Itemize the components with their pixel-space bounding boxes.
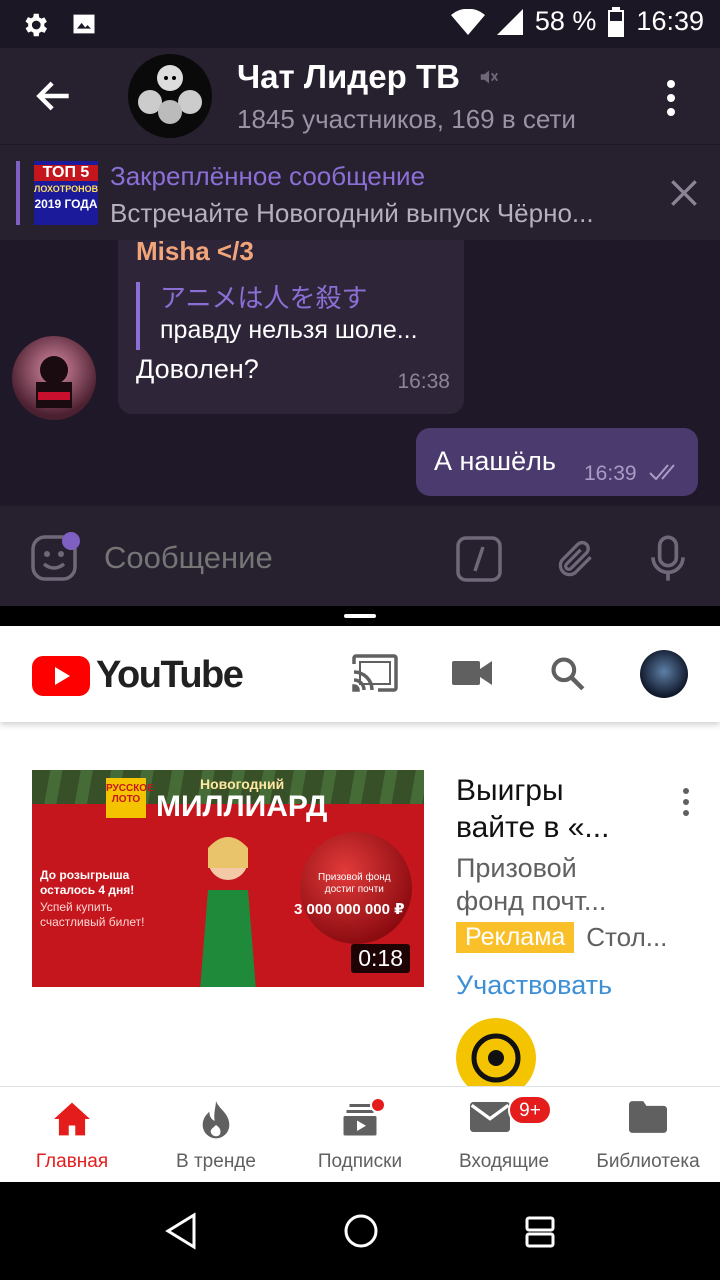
message-text: А нашёль <box>434 446 556 476</box>
pinned-text: Встречайте Новогодний выпуск Чёрно... <box>110 198 594 228</box>
mail-icon <box>469 1102 510 1132</box>
video-description: Призовой фонд почт... <box>456 853 607 916</box>
nav-inbox[interactable]: 9+ Входящие <box>432 1087 576 1182</box>
chat-header: Чат Лидер ТВ 1845 участников, 169 в сети <box>0 48 720 144</box>
inbox-count-badge: 9+ <box>508 1095 552 1125</box>
home-icon <box>54 1102 90 1136</box>
microphone-icon[interactable] <box>648 534 688 584</box>
nav-label: В тренде <box>176 1151 256 1172</box>
folder-icon <box>629 1101 667 1133</box>
battery-icon <box>608 6 625 37</box>
cta-link[interactable]: Участвовать <box>456 970 612 1001</box>
nav-label: Входящие <box>458 1151 550 1172</box>
outgoing-message[interactable]: А нашёль 16:39 <box>416 428 698 496</box>
status-bar: 58 % 16:39 <box>0 0 720 48</box>
thumbnail-headline: МИЛЛИАРД <box>156 790 328 823</box>
bottom-navigation: Главная В тренде Подписки 9+ Входящие Би… <box>0 1086 720 1182</box>
nav-label: Библиотека <box>596 1151 700 1172</box>
pinned-message[interactable]: ТОП 5 ЛОХОТРОНОВ 2019 ГОДА Закреплённое … <box>0 144 720 240</box>
youtube-logo[interactable]: YouTube <box>32 654 244 697</box>
recents-icon[interactable] <box>524 1212 556 1250</box>
nav-label: Главная <box>35 1151 109 1172</box>
back-icon[interactable] <box>164 1212 198 1250</box>
read-checkmarks-icon <box>649 464 675 481</box>
system-navigation-bar <box>0 1182 720 1280</box>
message-time: 16:38 <box>397 370 450 393</box>
ad-badge: Реклама <box>456 922 575 953</box>
video-title[interactable]: Выигры вайте в «... <box>456 772 666 846</box>
message-time: 16:39 <box>584 462 637 485</box>
signal-icon <box>496 8 523 35</box>
thumb-line-1: ТОП 5 <box>34 165 98 181</box>
message-composer <box>0 506 720 606</box>
youtube-wordmark: YouTube <box>96 654 244 696</box>
group-avatar[interactable] <box>128 54 212 138</box>
thumbnail-fund-text: Призовой фонд достиг почти <box>318 872 391 895</box>
ad-source: Стол... <box>586 922 668 952</box>
thumb-line-3: 2019 ГОДА <box>34 197 98 211</box>
incoming-message[interactable]: Misha </3 アニメは人を殺す правду нельзя шоле...… <box>118 240 464 414</box>
attach-icon[interactable] <box>554 536 598 582</box>
more-vert-icon[interactable] <box>656 76 686 120</box>
video-camera-icon[interactable] <box>452 658 492 688</box>
sender-avatar[interactable] <box>12 336 96 420</box>
cast-icon[interactable] <box>352 654 398 692</box>
youtube-app: YouTube РУССКОЕ ЛОТО Новогодний МИЛЛИАРД… <box>0 626 720 1182</box>
pinned-thumbnail: ТОП 5 ЛОХОТРОНОВ 2019 ГОДА <box>34 161 98 225</box>
youtube-play-logo-icon <box>32 655 90 696</box>
group-avatar-faces <box>138 65 202 124</box>
nav-label: Подписки <box>317 1151 403 1172</box>
thumbnail-person <box>200 837 256 987</box>
video-duration: 0:18 <box>351 944 410 973</box>
thumbnail-text-2: Успей купить счастливый билет! <box>40 900 145 929</box>
reply-quote-author[interactable]: アニメは人を殺す <box>160 278 367 315</box>
thumbnail-amount: 3 000 000 000 ₽ <box>294 901 405 918</box>
brand-logo: РУССКОЕ ЛОТО <box>106 778 154 818</box>
chat-subtitle: 1845 участников, 169 в сети <box>237 104 576 134</box>
nav-library[interactable]: Библиотека <box>576 1087 720 1182</box>
message-text: Доволен? <box>136 354 259 384</box>
chat-title[interactable]: Чат Лидер ТВ <box>237 58 460 96</box>
sticker-notification-dot <box>62 532 80 550</box>
battery-percent: 58 % <box>534 6 597 36</box>
close-icon[interactable] <box>664 173 704 213</box>
sender-avatar-art <box>36 356 72 408</box>
pinned-bar <box>16 161 20 225</box>
reply-quote-text[interactable]: правду нельзя шоле... <box>160 316 450 345</box>
bot-command-icon[interactable] <box>456 536 502 582</box>
clock: 16:39 <box>636 6 704 36</box>
message-sender[interactable]: Misha </3 <box>136 240 254 267</box>
video-thumbnail[interactable]: РУССКОЕ ЛОТО Новогодний МИЛЛИАРД До розы… <box>32 770 424 987</box>
message-input[interactable] <box>104 540 424 576</box>
nav-home[interactable]: Главная <box>0 1087 144 1182</box>
chat-messages[interactable]: Misha </3 アニメは人を殺す правду нельзя шоле...… <box>0 240 720 506</box>
divider-handle[interactable] <box>344 614 376 618</box>
reply-quote-bar <box>136 282 140 350</box>
image-icon <box>73 14 95 34</box>
split-screen-divider[interactable] <box>0 606 720 626</box>
account-avatar[interactable] <box>640 650 688 698</box>
nav-trending[interactable]: В тренде <box>144 1087 288 1182</box>
muted-icon <box>480 70 498 84</box>
back-arrow-icon[interactable] <box>32 74 76 118</box>
flame-icon <box>202 1101 230 1139</box>
home-circle-icon[interactable] <box>342 1212 380 1250</box>
wifi-icon <box>450 8 485 35</box>
ad-row: Реклама Стол... <box>456 922 688 953</box>
more-vert-icon[interactable] <box>676 786 696 818</box>
thumbnail-text-1: До розыгрыша осталось 4 дня! <box>40 868 135 897</box>
search-icon[interactable] <box>548 654 586 692</box>
notification-dot <box>370 1097 386 1113</box>
nav-subscriptions[interactable]: Подписки <box>288 1087 432 1182</box>
thumb-line-2: ЛОХОТРОНОВ <box>34 184 98 194</box>
gear-icon <box>25 13 48 37</box>
pinned-title: Закреплённое сообщение <box>110 161 426 191</box>
youtube-header: YouTube <box>0 626 720 722</box>
